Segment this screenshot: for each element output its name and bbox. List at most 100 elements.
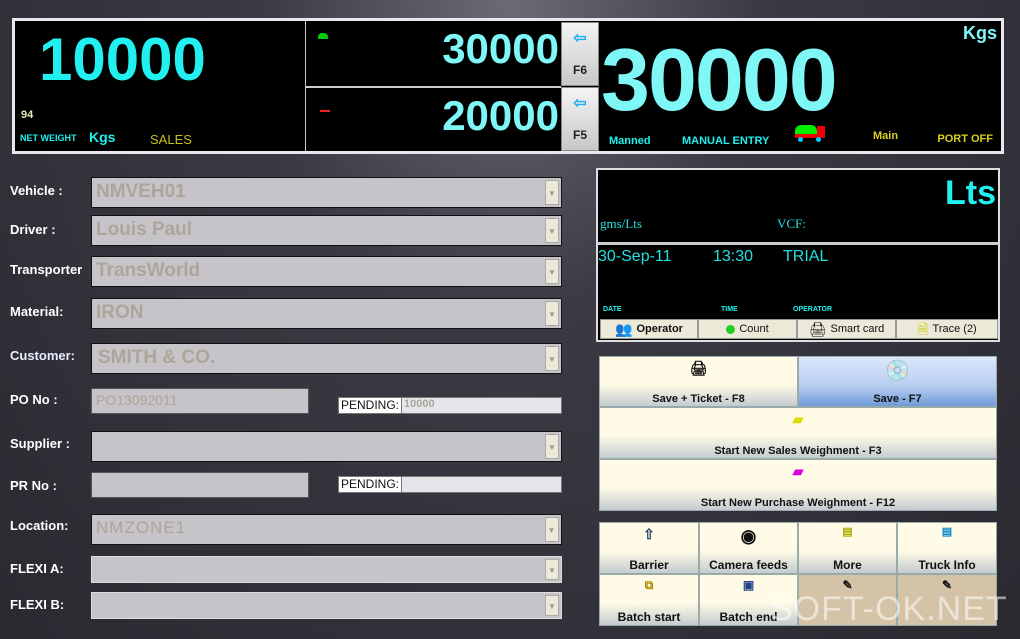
barrier-label: Barrier xyxy=(629,558,669,572)
chevron-down-icon[interactable]: ▼ xyxy=(545,346,559,371)
transporter-combo[interactable]: TransWorld ▼ xyxy=(91,256,562,287)
card-reader-icon: 🖨 xyxy=(808,321,827,337)
driver-label: Driver : xyxy=(10,222,56,237)
arrow-up-icon: ⇧ xyxy=(643,526,655,542)
save-ticket-button[interactable]: 🖨 Save + Ticket - F8 xyxy=(599,356,798,407)
transporter-value: TransWorld xyxy=(96,260,201,281)
manned-label: Manned xyxy=(609,135,651,147)
pink-note-icon: ▰ xyxy=(792,463,804,479)
new-purchase-button[interactable]: ▰ Start New Purchase Weighment - F12 xyxy=(599,459,997,511)
truck-empty-icon xyxy=(320,110,330,112)
second-weight-display: 20000 xyxy=(306,88,561,151)
chevron-down-icon[interactable]: ▼ xyxy=(545,595,559,616)
tab-label: Smart card xyxy=(830,323,885,335)
truck-loaded-icon xyxy=(318,33,328,39)
po-input[interactable]: PO13092011 xyxy=(91,388,309,414)
truck-info-button[interactable]: ▤ Truck Info xyxy=(897,522,997,574)
main-weight-display: 30000 Kgs Manned MANUAL ENTRY Main PORT … xyxy=(599,21,1001,151)
counter-value: 94 xyxy=(21,109,34,121)
flexi-b-combo[interactable]: ▼ xyxy=(91,592,562,619)
material-value: IRON xyxy=(96,302,144,323)
customer-value: SMITH & CO. xyxy=(98,347,216,368)
webcam-icon: ◉ xyxy=(740,526,757,546)
pending-label: PENDING: xyxy=(339,398,403,413)
camera-button[interactable]: ◉ Camera feeds xyxy=(699,522,798,574)
operator-value: TRIAL xyxy=(783,248,829,265)
more-button[interactable]: ▤ More xyxy=(798,522,897,574)
net-weight-display: 10000 94 NET WEIGHT Kgs SALES xyxy=(15,21,305,151)
document-icon: 🗎 xyxy=(917,321,929,337)
camera-label: Camera feeds xyxy=(709,558,788,572)
driver-value: Louis Paul xyxy=(96,219,193,240)
vehicle-value: NMVEH01 xyxy=(96,181,186,202)
chevron-down-icon[interactable]: ▼ xyxy=(545,218,559,243)
transporter-label: Transporter xyxy=(10,262,83,277)
tab-count[interactable]: Count xyxy=(698,319,797,339)
vehicle-combo[interactable]: NMVEH01 ▼ xyxy=(91,177,562,208)
location-value: NMZONE1 xyxy=(96,518,187,537)
pr-pending-value xyxy=(402,477,404,492)
f6-label: F6 xyxy=(572,63,587,77)
hard-disk-icon: 💿 xyxy=(885,360,910,382)
entry-mode-label: MANUAL ENTRY xyxy=(682,135,770,147)
time-value: 13:30 xyxy=(713,248,754,265)
new-sales-button[interactable]: ▰ Start New Sales Weighment - F3 xyxy=(599,407,997,459)
date-label: DATE xyxy=(603,306,622,313)
pr-pending: PENDING: xyxy=(338,476,562,493)
edit-icon: ✎ xyxy=(941,578,953,592)
batch-start-icon: ⧉ xyxy=(644,578,654,592)
flexi-a-combo[interactable]: ▼ xyxy=(91,556,562,583)
pr-input[interactable] xyxy=(91,472,309,498)
tab-trace[interactable]: 🗎 Trace (2) xyxy=(896,319,998,339)
yellow-note-icon: ▰ xyxy=(792,411,804,427)
more-label: More xyxy=(833,558,862,572)
new-sales-label: Start New Sales Weighment - F3 xyxy=(714,445,882,457)
chevron-down-icon[interactable]: ▼ xyxy=(545,259,559,284)
first-weight-value: 30000 xyxy=(442,25,559,72)
level-button-1[interactable]: ✎ xyxy=(798,574,897,626)
level-button-2[interactable]: ✎ xyxy=(897,574,997,626)
po-pending: PENDING: 10000 xyxy=(338,397,562,414)
f5-button[interactable]: ⇦ F5 xyxy=(561,87,599,151)
customer-combo[interactable]: SMITH & CO. ▼ xyxy=(91,343,562,374)
save-label: Save - F7 xyxy=(873,393,922,405)
net-weight-label: NET WEIGHT xyxy=(20,133,77,143)
batch-end-button[interactable]: ▣ Batch end xyxy=(699,574,798,626)
save-button[interactable]: 💿 Save - F7 xyxy=(798,356,997,407)
date-value: 30-Sep-11 xyxy=(598,248,672,265)
edit-icon: ✎ xyxy=(842,578,853,592)
scale-label: Main xyxy=(873,130,899,142)
driver-combo[interactable]: Louis Paul ▼ xyxy=(91,215,562,246)
po-pending-value: 10000 xyxy=(404,398,435,410)
second-weight-value: 20000 xyxy=(442,92,559,139)
batch-end-label: Batch end xyxy=(719,610,778,624)
arrow-left-icon: ⇦ xyxy=(573,30,587,47)
main-unit-label: Kgs xyxy=(962,23,997,43)
f5-label: F5 xyxy=(572,128,587,142)
location-combo[interactable]: NMZONE1 ▼ xyxy=(91,514,562,545)
supplier-combo[interactable]: ▼ xyxy=(91,431,562,462)
chevron-down-icon[interactable]: ▼ xyxy=(545,434,559,459)
truck-icon xyxy=(795,125,825,142)
net-weight-value: 10000 xyxy=(39,26,206,93)
barrier-button[interactable]: ⇧ Barrier xyxy=(599,522,699,574)
chevron-down-icon[interactable]: ▼ xyxy=(545,180,559,205)
document-icon: ▤ xyxy=(941,526,953,538)
green-dot-icon xyxy=(726,324,736,334)
batch-start-button[interactable]: ⧉ Batch start xyxy=(599,574,699,626)
vehicle-label: Vehicle : xyxy=(10,183,63,198)
chevron-down-icon[interactable]: ▼ xyxy=(545,517,559,542)
f6-button[interactable]: ⇦ F6 xyxy=(561,22,599,86)
material-combo[interactable]: IRON ▼ xyxy=(91,298,562,329)
tab-smart-card[interactable]: 🖨 Smart card xyxy=(797,319,896,339)
pending-label: PENDING: xyxy=(339,477,403,492)
tab-operator[interactable]: 👥 Operator xyxy=(600,319,698,339)
chevron-down-icon[interactable]: ▼ xyxy=(545,559,559,580)
po-label: PO No : xyxy=(10,392,58,407)
arrow-left-icon: ⇦ xyxy=(573,95,587,112)
chevron-down-icon[interactable]: ▼ xyxy=(545,301,559,326)
printer-icon: 🖨 xyxy=(689,360,708,376)
unit-label: Kgs xyxy=(89,129,116,145)
batch-end-icon: ▣ xyxy=(742,578,755,592)
batch-start-label: Batch start xyxy=(617,610,681,624)
